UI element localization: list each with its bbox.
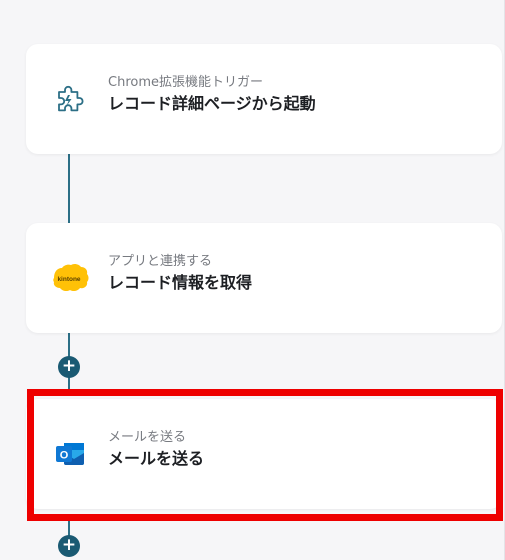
svg-text:kintone: kintone [57, 276, 80, 283]
add-step-button[interactable]: + [58, 356, 80, 378]
step-title: レコード情報を取得 [108, 273, 253, 292]
step-title: レコード詳細ページから起動 [108, 94, 316, 113]
kintone-icon: kintone [50, 258, 90, 298]
puzzle-icon [50, 79, 90, 119]
flow-step-kintone[interactable]: kintone アプリと連携する レコード情報を取得 [26, 223, 502, 333]
step-subtitle: Chrome拡張機能トリガー [108, 75, 263, 90]
add-step-button[interactable]: + [58, 535, 80, 557]
step-subtitle: アプリと連携する [108, 254, 213, 269]
flow-connector [68, 153, 70, 223]
flow-step-chrome-trigger[interactable]: Chrome拡張機能トリガー レコード詳細ページから起動 [26, 44, 502, 154]
highlight-box [27, 389, 503, 521]
